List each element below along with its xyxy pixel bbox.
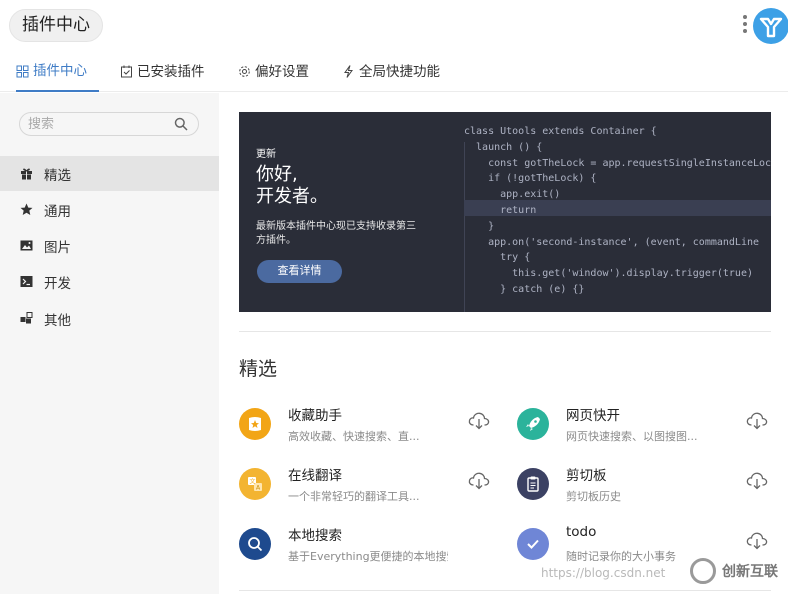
plugin-name: 网页快开 (566, 408, 620, 424)
section-title: 精选 (239, 358, 278, 380)
sidebar-item-general[interactable]: 通用 (0, 192, 219, 227)
sidebar-item-label: 通用 (44, 203, 71, 220)
tab-global-shortcuts[interactable]: 全局快捷功能 (342, 52, 440, 91)
banner-title-line2: 开发者。 (256, 186, 328, 207)
plugin-card[interactable]: 文A 在线翻译 一个非常轻巧的翻译工具... (239, 464, 499, 514)
installed-icon (121, 65, 132, 78)
tab-label: 已安装插件 (137, 63, 205, 80)
cloud-download-icon[interactable] (467, 408, 491, 432)
plugin-card[interactable]: 剪切板 剪切板历史 (517, 464, 777, 514)
image-icon (20, 240, 33, 251)
code-line: } (464, 220, 495, 232)
grid-icon (16, 65, 29, 77)
tab-preferences[interactable]: 偏好设置 (238, 52, 309, 91)
code-line: class Utools extends Container { (464, 126, 657, 137)
blocks-icon (20, 312, 33, 324)
cloud-download-icon[interactable] (745, 468, 769, 492)
sidebar-item-images[interactable]: 图片 (0, 228, 219, 263)
code-line: this.get('window').display.trigger(true) (464, 268, 753, 280)
cloud-download-icon[interactable] (745, 528, 769, 552)
clipboard-icon (517, 468, 549, 500)
search-icon (239, 528, 271, 560)
sidebar-item-featured[interactable]: 精选 (0, 156, 219, 191)
app-title: 插件中心 (9, 9, 103, 42)
code-line: } catch (e) {} (464, 283, 585, 295)
star-icon (20, 203, 33, 215)
code-line: if (!gotTheLock) { (464, 173, 597, 185)
banner-tag: 更新 (256, 149, 276, 160)
plugin-name: 在线翻译 (288, 468, 342, 484)
plugin-name: 剪切板 (566, 468, 607, 484)
sidebar-item-development[interactable]: 开发 (0, 264, 219, 299)
svg-text:文: 文 (250, 478, 256, 486)
plugin-description: 网页快速搜索、以图搜图... (566, 430, 698, 443)
plugin-name: todo (566, 524, 597, 540)
watermark-brand: 创新互联 (690, 553, 788, 589)
promo-banner: class Utools extends Container { launch … (239, 112, 771, 312)
plugin-description: 高效收藏、快速搜索、直... (288, 430, 420, 443)
tab-installed[interactable]: 已安装插件 (120, 52, 205, 91)
cloud-download-icon[interactable] (745, 408, 769, 432)
plugin-name: 收藏助手 (288, 408, 342, 424)
code-line: launch () { (464, 141, 543, 153)
sidebar-item-label: 其他 (44, 312, 71, 329)
brand-text: 创新互联 (722, 564, 778, 580)
sidebar: 精选 通用 图片 开发 其他 (0, 93, 219, 594)
terminal-icon (20, 276, 33, 287)
code-line: const gotTheLock = app.requestSingleInst… (464, 157, 771, 169)
cloud-download-icon[interactable] (467, 468, 491, 492)
code-line: try { (464, 252, 531, 264)
search-box (19, 112, 199, 136)
code-line: app.exit() (464, 189, 561, 201)
translate-icon: 文A (239, 468, 271, 500)
lightning-icon (344, 65, 353, 78)
top-bar: 插件中心 (0, 0, 788, 52)
tab-plugin-center[interactable]: 插件中心 (16, 52, 99, 92)
code-line: return (464, 204, 537, 216)
plugin-description: 剪切板历史 (566, 490, 621, 503)
plugin-description: 一个非常轻巧的翻译工具... (288, 490, 420, 503)
view-details-button[interactable]: 查看详情 (257, 260, 342, 283)
gift-icon (21, 168, 32, 180)
utools-logo-icon[interactable] (753, 8, 788, 44)
banner-description: 最新版本插件中心现已支持收录第三方插件。 (256, 221, 416, 246)
banner-title-line1: 你好, (256, 164, 298, 185)
more-vertical-icon[interactable] (740, 15, 750, 37)
rocket-icon (517, 408, 549, 440)
sidebar-item-label: 精选 (44, 167, 71, 184)
divider (239, 590, 771, 591)
brand-logo-icon (690, 558, 716, 584)
plugin-card[interactable]: 收藏助手 高效收藏、快速搜索、直... (239, 404, 499, 454)
check-icon (517, 528, 549, 560)
plugin-description: 基于Everything更便捷的本地搜索 (288, 550, 448, 563)
divider (239, 331, 771, 332)
code-line: app.on('second-instance', (event, comman… (464, 236, 760, 248)
gear-icon (239, 66, 250, 77)
plugin-card[interactable]: 本地搜索 基于Everything更便捷的本地搜索 (239, 524, 499, 574)
tab-label: 偏好设置 (255, 63, 309, 80)
tab-label: 插件中心 (33, 63, 87, 79)
watermark-url: https://blog.csdn.net (541, 566, 666, 580)
code-snippet: class Utools extends Container { launch … (464, 124, 771, 298)
sidebar-item-others[interactable]: 其他 (0, 301, 219, 336)
search-input[interactable] (28, 116, 168, 133)
main-tabs: 插件中心 已安装插件 偏好设置 全局快捷功能 (0, 52, 788, 92)
plugin-name: 本地搜索 (288, 528, 342, 544)
sidebar-item-label: 开发 (44, 275, 71, 292)
tab-label: 全局快捷功能 (359, 63, 440, 80)
plugin-card[interactable]: 网页快开 网页快速搜索、以图搜图... (517, 404, 777, 454)
favorites-icon (239, 408, 271, 440)
banner-title: 你好, 开发者。 (256, 164, 456, 208)
search-icon[interactable] (174, 117, 188, 131)
sidebar-item-label: 图片 (44, 239, 71, 256)
